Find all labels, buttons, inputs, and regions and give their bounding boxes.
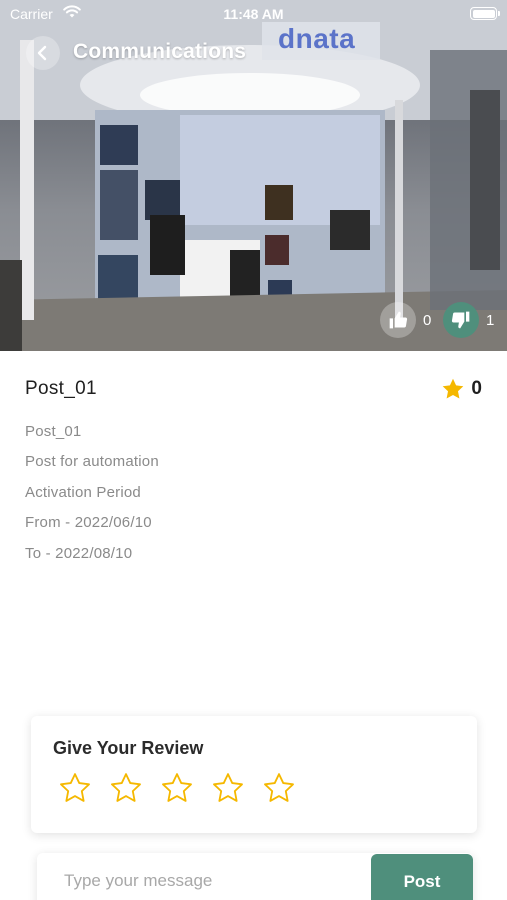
thumbs-down-icon [451, 311, 470, 329]
rating-value: 0 [471, 378, 482, 399]
dislike-count: 1 [486, 311, 495, 329]
star-outline-icon [212, 772, 243, 802]
detail-description: Post for automation [25, 453, 159, 470]
battery-icon [470, 7, 500, 20]
review-title: Give Your Review [53, 738, 204, 758]
page-title: Communications [73, 40, 247, 63]
clock: 11:48 AM [223, 6, 284, 22]
post-title: Post_01 [25, 378, 97, 399]
star-outline-icon [59, 772, 90, 802]
star-outline-icon [110, 772, 141, 802]
message-input[interactable] [37, 853, 371, 900]
review-star-2[interactable] [107, 769, 144, 806]
post-rating: 0 [441, 377, 482, 401]
review-star-4[interactable] [209, 769, 246, 806]
detail-post-name: Post_01 [25, 423, 82, 440]
post-button[interactable]: Post [371, 854, 473, 900]
message-composer: Post [37, 853, 473, 900]
post-hero-image: dnata Carrier 11:48 AM Communications 0 [0, 0, 507, 351]
review-star-1[interactable] [56, 769, 93, 806]
dislike-button[interactable]: 1 [443, 302, 494, 338]
detail-activation-heading: Activation Period [25, 484, 141, 501]
status-bar: Carrier 11:48 AM [0, 0, 507, 28]
review-star-3[interactable] [158, 769, 195, 806]
back-button[interactable] [26, 36, 60, 70]
like-count: 0 [423, 311, 432, 329]
dislike-circle [443, 302, 479, 338]
star-outline-icon [263, 772, 294, 802]
like-button[interactable]: 0 [380, 302, 431, 338]
detail-from-date: From - 2022/06/10 [25, 514, 152, 531]
star-filled-icon [443, 378, 464, 399]
thumbs-up-icon [389, 311, 408, 329]
star-rating-input [56, 769, 311, 806]
like-circle [380, 302, 416, 338]
review-card: Give Your Review [31, 716, 477, 833]
star-outline-icon [161, 772, 192, 802]
review-star-5[interactable] [260, 769, 297, 806]
detail-to-date: To - 2022/08/10 [25, 545, 133, 562]
arrow-left-icon [37, 45, 47, 61]
